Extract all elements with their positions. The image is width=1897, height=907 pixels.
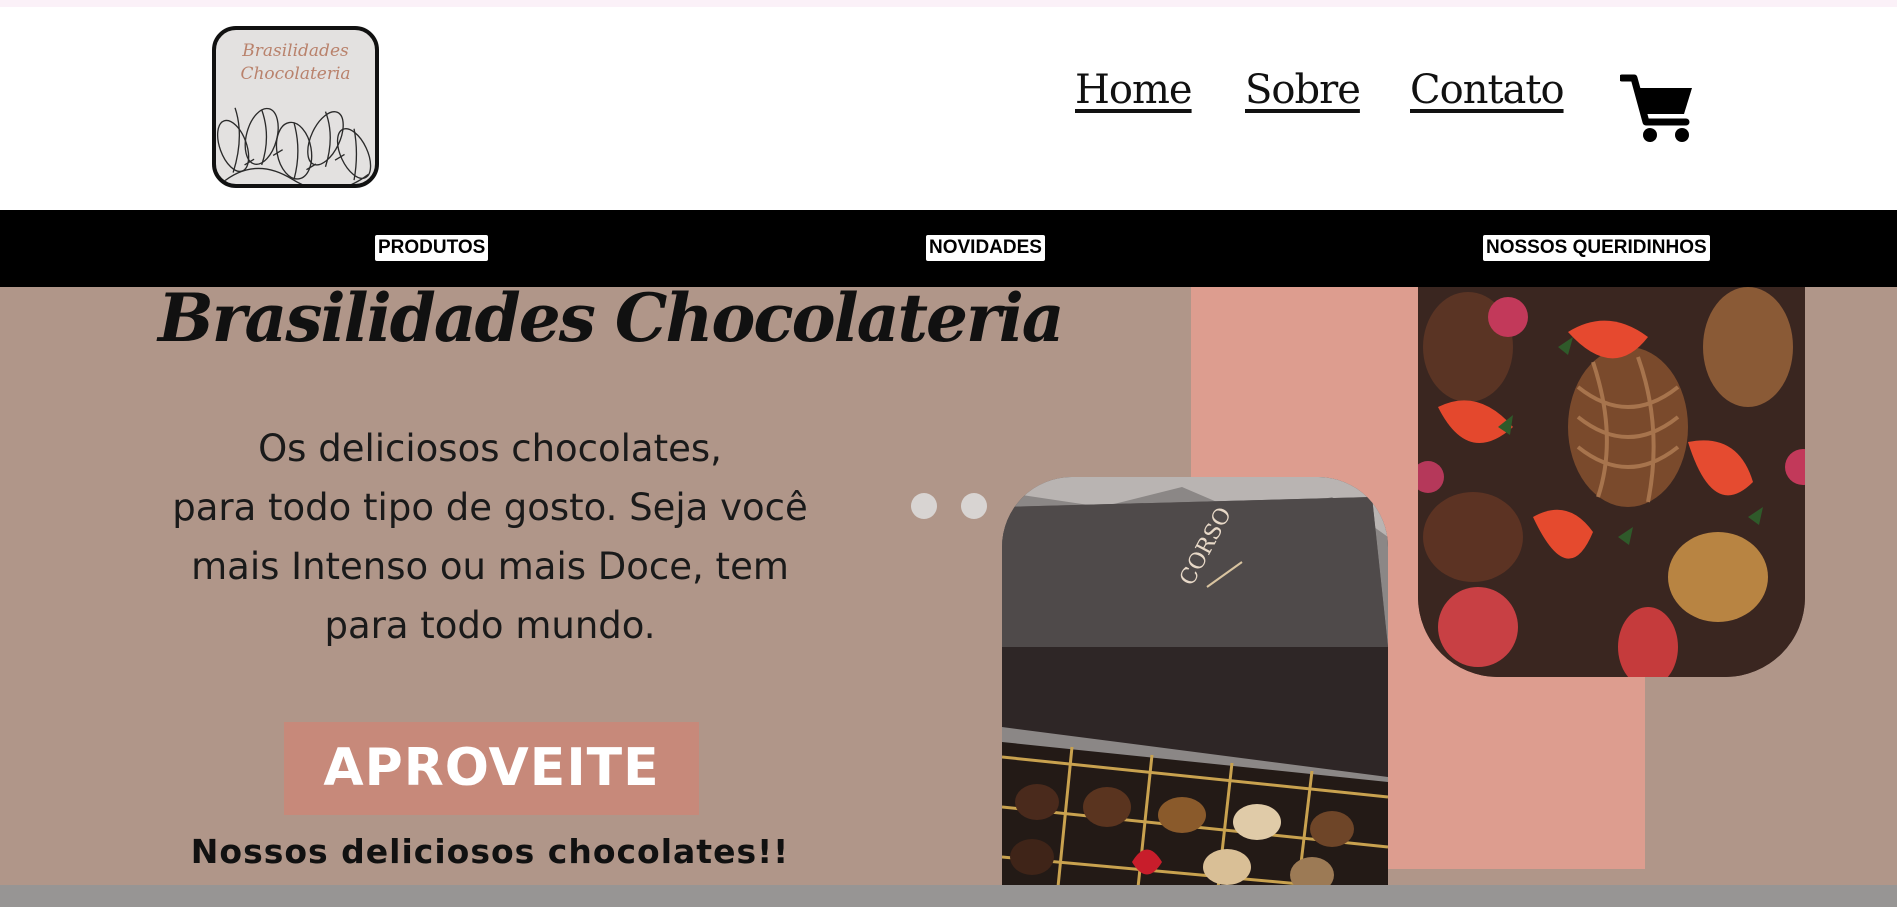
brand-logo[interactable]: Brasilidades Chocolateria xyxy=(212,26,379,188)
hero-title: Brasilidades Chocolateria xyxy=(158,287,1065,357)
logo-line-1: Brasilidades xyxy=(242,41,349,61)
chocolate-box-illustration: CORSO xyxy=(1002,477,1388,885)
shopping-cart-icon[interactable] xyxy=(1620,74,1694,144)
hero-description-line: para todo mundo. xyxy=(324,604,656,647)
hero-description: Os deliciosos chocolates, para todo tipo… xyxy=(140,419,840,655)
logo-text: Brasilidades Chocolateria xyxy=(216,40,375,86)
carousel-dot-2[interactable] xyxy=(961,493,987,519)
category-novidades[interactable]: NOVIDADES xyxy=(926,235,1045,261)
top-strip xyxy=(0,0,1897,7)
category-bar: PRODUTOS NOVIDADES NOSSOS QUERIDINHOS xyxy=(0,210,1897,287)
chocolate-strawberries-image xyxy=(1418,287,1805,677)
hero-tagline: Nossos deliciosos chocolates!! xyxy=(190,832,790,871)
nav-sobre-link[interactable]: Sobre xyxy=(1245,67,1361,113)
aproveite-button[interactable]: APROVEITE xyxy=(284,722,699,815)
hero-description-line: Os deliciosos chocolates, xyxy=(258,427,722,470)
carousel-dot-1[interactable] xyxy=(911,493,937,519)
strawberries-illustration xyxy=(1418,287,1805,677)
hero-description-line: mais Intenso ou mais Doce, tem xyxy=(191,545,789,588)
hero-description-line: para todo tipo de gosto. Seja você xyxy=(172,486,808,529)
hero-banner: Brasilidades Chocolateria Os deliciosos … xyxy=(0,287,1897,885)
cacao-leaves-illustration xyxy=(216,107,372,184)
nav-contato-link[interactable]: Contato xyxy=(1410,67,1565,113)
category-produtos[interactable]: PRODUTOS xyxy=(375,235,489,261)
bottom-strip xyxy=(0,885,1897,907)
site-header: Brasilidades Chocolateria Home Sobre Con… xyxy=(0,7,1897,210)
category-nossos-queridinhos[interactable]: NOSSOS QUERIDINHOS xyxy=(1483,235,1710,261)
logo-line-2: Chocolateria xyxy=(240,64,351,84)
nav-home-link[interactable]: Home xyxy=(1075,67,1193,113)
chocolate-box-image: CORSO xyxy=(1002,477,1388,885)
